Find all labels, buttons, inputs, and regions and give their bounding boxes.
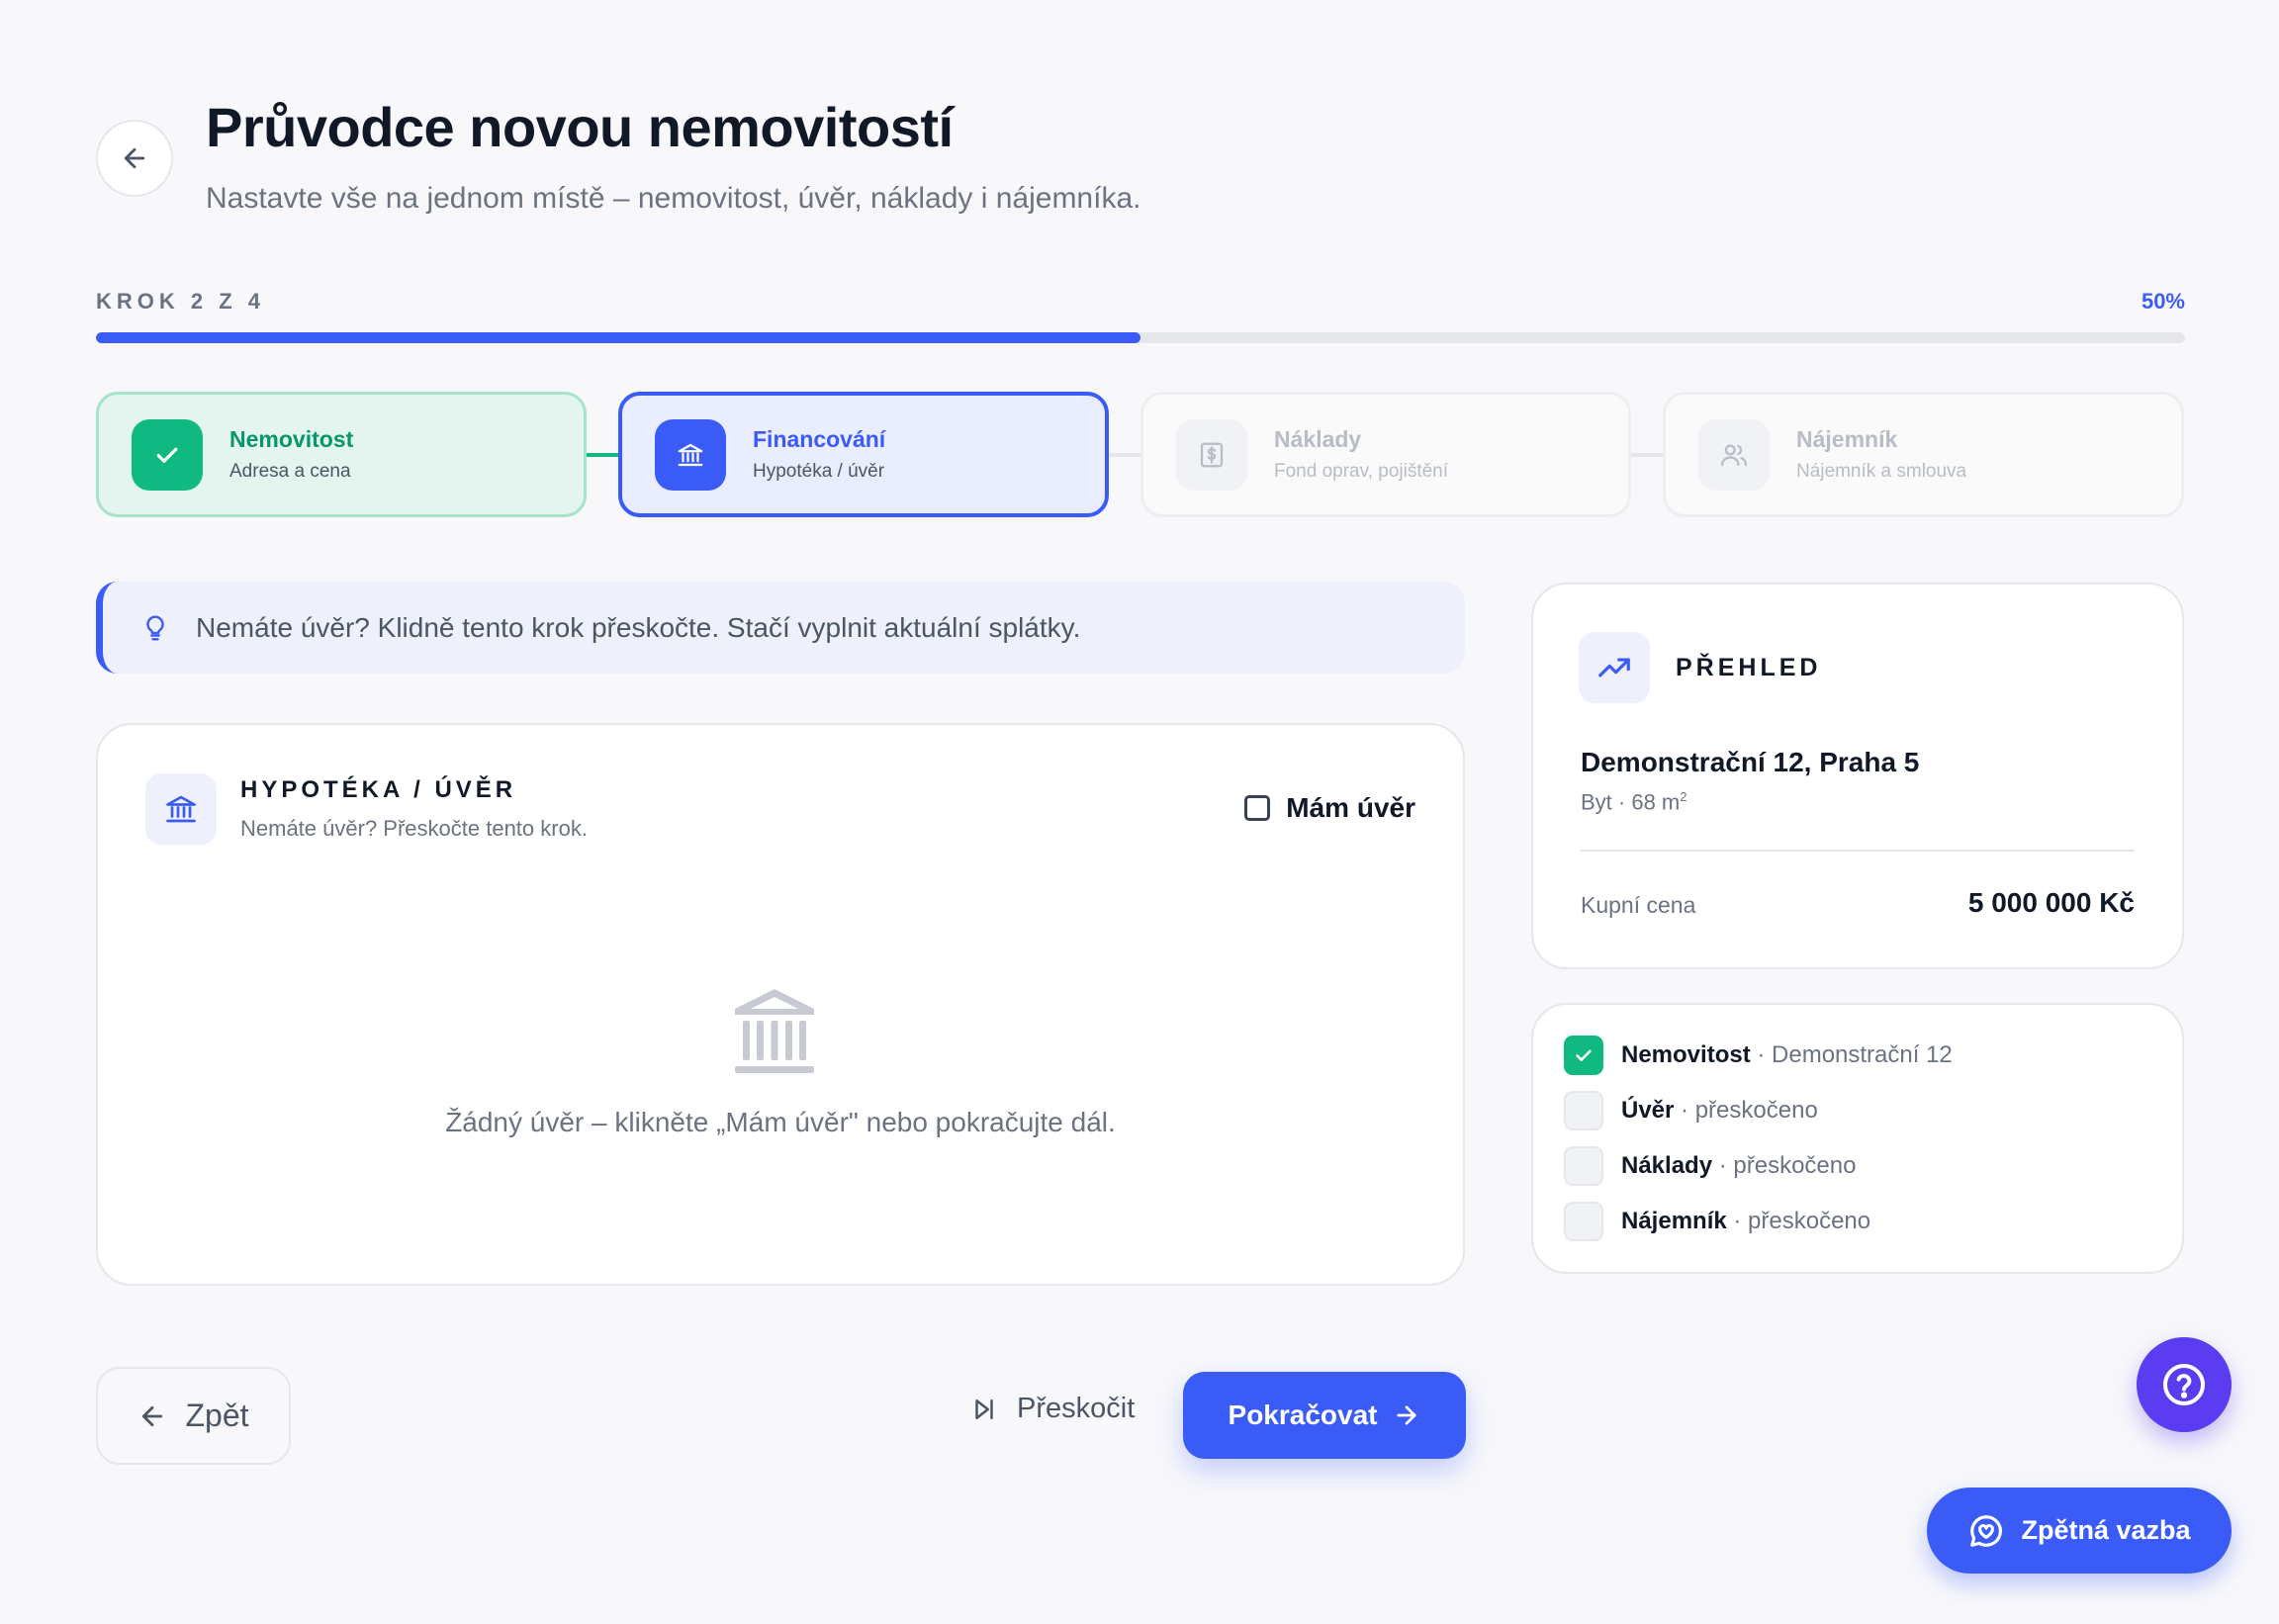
empty-checkbox-icon — [1564, 1091, 1603, 1130]
tip-text: Nemáte úvěr? Klidně tento krok přeskočte… — [196, 611, 1081, 643]
checklist-item-nemovitost: Nemovitost · Demonstrační 12 — [1564, 1036, 1953, 1075]
step-naklady[interactable]: Náklady Fond oprav, pojištění — [1140, 392, 1631, 517]
bank-icon — [145, 773, 217, 845]
loan-card: HYPOTÉKA / ÚVĚR Nemáte úvěr? Přeskočte t… — [96, 723, 1465, 1286]
step-desc: Fond oprav, pojištění — [1274, 461, 1449, 482]
step-connector — [587, 453, 620, 457]
back-button-label: Zpět — [185, 1398, 249, 1433]
step-financovani[interactable]: Financování Hypotéka / úvěr — [618, 392, 1109, 517]
skip-button-label: Přeskočit — [1017, 1393, 1136, 1424]
checklist-item-uver: Úvěr · přeskočeno — [1564, 1091, 1818, 1130]
checkbox[interactable] — [1244, 795, 1271, 821]
step-desc: Adresa a cena — [229, 461, 351, 482]
step-title: Nemovitost — [229, 426, 354, 452]
bank-icon — [733, 987, 816, 1081]
loan-card-title: HYPOTÉKA / ÚVĚR — [240, 776, 517, 803]
loan-card-subtitle: Nemáte úvěr? Přeskočte tento krok. — [240, 816, 588, 841]
feedback-button[interactable]: Zpětná vazba — [1927, 1488, 2232, 1574]
skip-forward-icon — [975, 1398, 993, 1419]
arrow-left-icon — [142, 1405, 163, 1426]
progress-fill — [96, 332, 1140, 343]
question-circle-icon — [2163, 1364, 2205, 1405]
bank-icon — [655, 418, 726, 491]
back-button[interactable]: Zpět — [96, 1367, 291, 1465]
tip-banner: Nemáte úvěr? Klidně tento krok přeskočte… — [96, 582, 1465, 674]
receipt-icon — [1176, 418, 1247, 491]
lightbulb-icon — [146, 615, 164, 640]
step-connector — [1631, 453, 1665, 457]
step-desc: Hypotéka / úvěr — [753, 461, 885, 482]
arrow-left-icon — [124, 147, 145, 169]
price-value: 5 000 000 Kč — [1967, 887, 2135, 918]
empty-checkbox-icon — [1564, 1146, 1603, 1186]
step-counter: KROK 2 Z 4 — [96, 289, 266, 314]
price-label: Kupní cena — [1581, 892, 1696, 918]
step-title: Financování — [753, 426, 886, 452]
checklist-item-naklady: Náklady · přeskočeno — [1564, 1146, 1856, 1186]
checklist-detail: · přeskočeno — [1681, 1097, 1818, 1124]
checklist-name: Nemovitost — [1621, 1041, 1751, 1068]
step-desc: Nájemník a smlouva — [1796, 461, 1967, 482]
divider — [1581, 850, 2135, 852]
summary-meta: Byt · 68 m2 — [1581, 789, 1686, 815]
step-title: Náklady — [1274, 426, 1362, 452]
checklist-detail: · přeskočeno — [1733, 1208, 1871, 1234]
has-loan-checkbox[interactable]: Mám úvěr — [1244, 792, 1415, 824]
checklist-item-najemnik: Nájemník · přeskočeno — [1564, 1202, 1870, 1241]
summary-meta-sup: 2 — [1680, 789, 1687, 804]
back-circle-button[interactable] — [96, 120, 173, 197]
checklist-card: Nemovitost · Demonstrační 12 Úvěr · přes… — [1531, 1003, 2184, 1274]
step-title: Nájemník — [1796, 426, 1898, 452]
continue-button[interactable]: Pokračovat — [1183, 1372, 1466, 1459]
summary-card: PŘEHLED Demonstrační 12, Praha 5 Byt · 6… — [1531, 583, 2184, 969]
page-subtitle: Nastavte vše na jednom místě – nemovitos… — [206, 182, 1141, 215]
trending-up-icon — [1579, 632, 1650, 703]
empty-state-text: Žádný úvěr – klikněte „Mám úvěr" nebo po… — [445, 1107, 1116, 1137]
checkbox-label[interactable]: Mám úvěr — [1286, 792, 1415, 824]
check-icon — [1564, 1036, 1603, 1075]
progress-bar — [96, 332, 2185, 343]
empty-checkbox-icon — [1564, 1202, 1603, 1241]
checklist-detail: · Demonstrační 12 — [1757, 1041, 1953, 1068]
checklist-name: Náklady — [1621, 1152, 1713, 1179]
page-title: Průvodce novou nemovitostí — [206, 96, 954, 158]
check-icon — [132, 418, 203, 491]
checklist-name: Úvěr — [1621, 1097, 1675, 1124]
summary-address: Demonstrační 12, Praha 5 — [1581, 747, 1920, 777]
summary-meta-text: Byt · 68 m — [1581, 789, 1681, 815]
step-connector — [1109, 453, 1142, 457]
arrow-right-icon — [1397, 1405, 1416, 1425]
continue-button-label: Pokračovat — [1228, 1399, 1378, 1430]
users-icon — [1698, 418, 1770, 491]
progress-percent: 50% — [2141, 289, 2185, 314]
step-najemnik[interactable]: Nájemník Nájemník a smlouva — [1663, 392, 2184, 517]
checklist-detail: · přeskočeno — [1718, 1152, 1857, 1179]
help-button[interactable] — [2137, 1337, 2232, 1432]
feedback-button-label: Zpětná vazba — [2021, 1515, 2191, 1545]
step-nemovitost[interactable]: Nemovitost Adresa a cena — [96, 392, 587, 517]
summary-title: PŘEHLED — [1676, 654, 1822, 681]
chat-heart-icon — [1970, 1514, 2003, 1547]
checklist-name: Nájemník — [1621, 1208, 1727, 1234]
skip-button[interactable]: Přeskočit — [969, 1393, 1135, 1425]
